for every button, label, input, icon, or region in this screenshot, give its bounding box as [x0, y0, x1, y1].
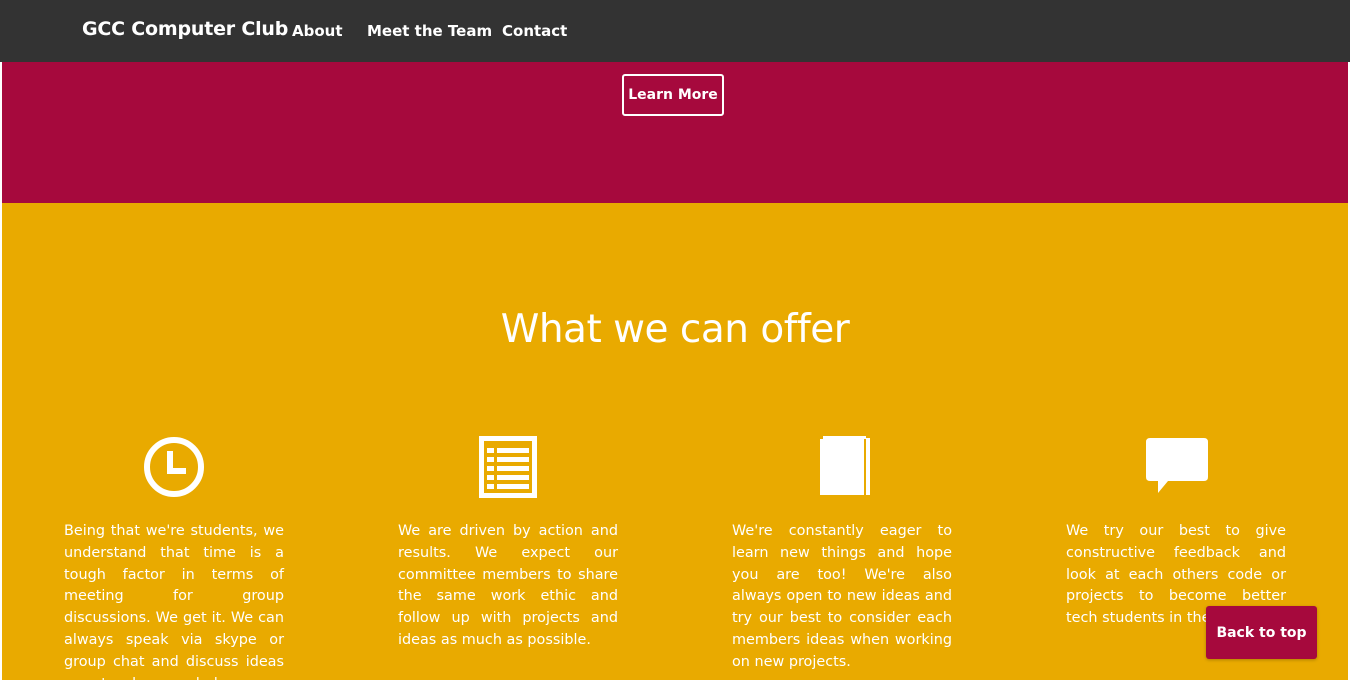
speech-bubble-icon [1146, 438, 1208, 493]
list-icon [479, 436, 537, 498]
feature-text: We're constantly eager to learn new thin… [732, 523, 952, 670]
feature-item-action: We are driven by action and results. We … [398, 435, 618, 652]
back-to-top-button[interactable]: Back to top [1206, 606, 1317, 659]
nav-link-meet-the-team[interactable]: Meet the Team [367, 22, 492, 40]
feature-text: Being that we're students, we understand… [64, 523, 284, 680]
clock-icon [144, 437, 204, 497]
feature-item-time: Being that we're students, we understand… [64, 435, 284, 680]
hero-section: Learn More [2, 62, 1348, 203]
brand-link[interactable]: GCC Computer Club [82, 18, 288, 40]
feature-item-learning: We're constantly eager to learn new thin… [732, 435, 952, 674]
book-icon [820, 436, 870, 495]
feature-item-feedback: We try our best to give constructive fee… [1066, 435, 1286, 630]
nav-link-about[interactable]: About [292, 22, 343, 40]
learn-more-button[interactable]: Learn More [622, 74, 724, 116]
navbar: GCC Computer Club About Meet the Team Co… [0, 0, 1350, 62]
nav-link-contact[interactable]: Contact [502, 22, 567, 40]
offer-title: What we can offer [500, 307, 850, 352]
feature-text: We are driven by action and results. We … [398, 523, 618, 648]
offer-section: What we can offer Being that we're stude… [2, 203, 1348, 680]
